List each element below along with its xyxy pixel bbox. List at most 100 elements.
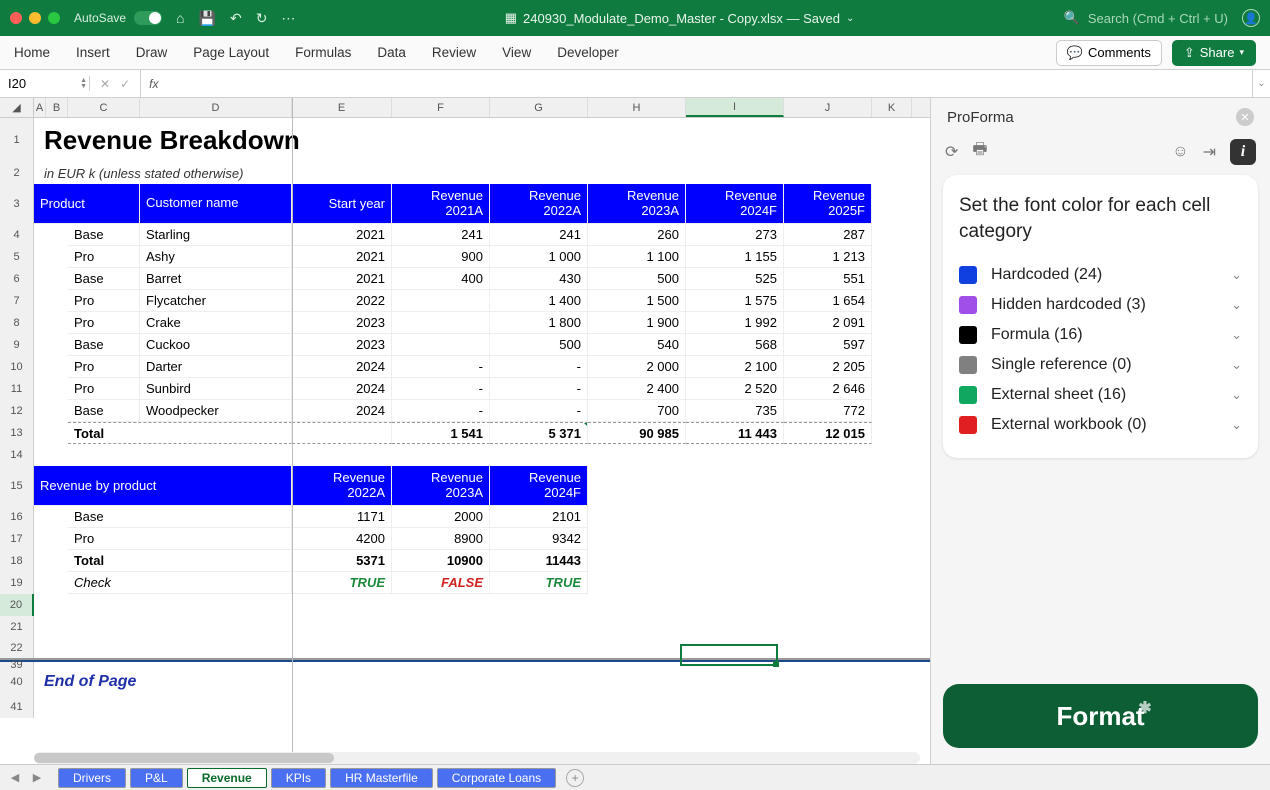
cell[interactable]: in EUR k (unless stated otherwise) bbox=[34, 162, 886, 184]
cell[interactable] bbox=[34, 334, 68, 356]
column-header-I[interactable]: I bbox=[686, 98, 784, 117]
cell[interactable]: 1 155 bbox=[686, 246, 784, 268]
chevron-down-icon[interactable]: ⌄ bbox=[1231, 417, 1242, 433]
minimize-window-icon[interactable] bbox=[29, 12, 41, 24]
cell[interactable] bbox=[686, 572, 784, 594]
cell[interactable]: 772 bbox=[784, 400, 872, 422]
redo-icon[interactable]: ↻ bbox=[256, 10, 268, 27]
column-header-J[interactable]: J bbox=[784, 98, 872, 117]
cell[interactable]: 1 992 bbox=[686, 312, 784, 334]
toggle-icon[interactable] bbox=[134, 11, 162, 25]
cell[interactable] bbox=[784, 528, 872, 550]
cell[interactable] bbox=[292, 422, 392, 444]
row-header[interactable]: 21 bbox=[0, 616, 34, 638]
account-icon[interactable]: 👤 bbox=[1242, 9, 1260, 27]
cell[interactable]: 1171 bbox=[292, 506, 392, 528]
cell[interactable]: 9342 bbox=[490, 528, 588, 550]
cell[interactable]: - bbox=[392, 400, 490, 422]
cell[interactable]: Revenue 2021A bbox=[392, 184, 490, 224]
ribbon-tab-data[interactable]: Data bbox=[377, 37, 406, 68]
cell[interactable]: 4200 bbox=[292, 528, 392, 550]
cell[interactable] bbox=[34, 268, 68, 290]
cell[interactable]: Revenue 2022A bbox=[490, 184, 588, 224]
horizontal-scrollbar[interactable] bbox=[34, 752, 920, 764]
cell[interactable] bbox=[34, 246, 68, 268]
home-icon[interactable]: ⌂ bbox=[176, 10, 184, 27]
cell[interactable] bbox=[588, 572, 686, 594]
column-header-B[interactable]: B bbox=[46, 98, 68, 117]
cell[interactable]: 241 bbox=[490, 224, 588, 246]
fx-label[interactable]: fx bbox=[141, 77, 166, 91]
row-header[interactable]: 5 bbox=[0, 246, 34, 268]
column-header-G[interactable]: G bbox=[490, 98, 588, 117]
cell[interactable]: Check bbox=[68, 572, 292, 594]
cell[interactable]: 2021 bbox=[292, 246, 392, 268]
comments-button[interactable]: 💬 Comments bbox=[1056, 40, 1162, 66]
category-row[interactable]: External sheet (16)⌄ bbox=[959, 380, 1242, 410]
add-sheet-button[interactable]: + bbox=[566, 769, 584, 787]
cell[interactable]: Base bbox=[68, 506, 292, 528]
cell[interactable]: 1 100 bbox=[588, 246, 686, 268]
row-header[interactable]: 8 bbox=[0, 312, 34, 334]
cell[interactable] bbox=[872, 268, 912, 290]
cell[interactable]: 11 443 bbox=[686, 422, 784, 444]
cell[interactable] bbox=[872, 572, 912, 594]
cell[interactable]: 1 575 bbox=[686, 290, 784, 312]
cell[interactable]: 90 985 bbox=[588, 422, 686, 444]
cell[interactable]: Starling bbox=[140, 224, 292, 246]
cancel-icon[interactable]: ✕ bbox=[100, 77, 110, 91]
row-header[interactable]: 12 bbox=[0, 400, 34, 422]
row-header[interactable]: 4 bbox=[0, 224, 34, 246]
cell[interactable]: Revenue 2025F bbox=[784, 184, 872, 224]
color-swatch[interactable] bbox=[959, 356, 977, 374]
cell[interactable]: 540 bbox=[588, 334, 686, 356]
cell[interactable]: 700 bbox=[588, 400, 686, 422]
row-header[interactable]: 20 bbox=[0, 594, 34, 616]
cell[interactable] bbox=[588, 550, 686, 572]
cell[interactable] bbox=[686, 466, 784, 506]
cell[interactable]: Revenue 2024F bbox=[490, 466, 588, 506]
cell[interactable]: 735 bbox=[686, 400, 784, 422]
cell[interactable]: 430 bbox=[490, 268, 588, 290]
cell[interactable]: Base bbox=[68, 334, 140, 356]
cell[interactable] bbox=[34, 528, 68, 550]
cell[interactable] bbox=[34, 422, 68, 444]
row-header[interactable]: 6 bbox=[0, 268, 34, 290]
chevron-down-icon[interactable]: ⌄ bbox=[1231, 297, 1242, 313]
row-header[interactable]: 7 bbox=[0, 290, 34, 312]
cell[interactable]: 2101 bbox=[490, 506, 588, 528]
cell[interactable] bbox=[34, 506, 68, 528]
cell[interactable]: - bbox=[392, 378, 490, 400]
cell[interactable]: 1 000 bbox=[490, 246, 588, 268]
cell[interactable] bbox=[34, 290, 68, 312]
cell[interactable] bbox=[784, 572, 872, 594]
cell[interactable] bbox=[34, 616, 896, 638]
cell[interactable]: 568 bbox=[686, 334, 784, 356]
row-header[interactable]: 2 bbox=[0, 162, 34, 184]
cell[interactable] bbox=[872, 224, 912, 246]
cell[interactable]: 2022 bbox=[292, 290, 392, 312]
refresh-icon[interactable]: ⟳ bbox=[945, 142, 958, 162]
format-button[interactable]: Format ✱ bbox=[943, 684, 1258, 748]
cell[interactable]: Ashy bbox=[140, 246, 292, 268]
chevron-down-icon[interactable]: ⌄ bbox=[846, 13, 854, 24]
chevron-down-icon[interactable]: ⌄ bbox=[1231, 327, 1242, 343]
cell[interactable]: 5 371 bbox=[490, 422, 588, 444]
cell[interactable]: Cuckoo bbox=[140, 334, 292, 356]
info-button[interactable]: i bbox=[1230, 139, 1256, 165]
cell[interactable]: 1 541 bbox=[392, 422, 490, 444]
cell[interactable]: Pro bbox=[68, 528, 292, 550]
column-header-D[interactable]: D bbox=[140, 98, 292, 117]
row-header[interactable]: 3 bbox=[0, 184, 34, 224]
name-box[interactable]: I20 ▲▼ bbox=[0, 76, 90, 91]
cell[interactable]: 11443 bbox=[490, 550, 588, 572]
face-icon[interactable]: ☺ bbox=[1172, 143, 1188, 161]
cell[interactable]: 1 400 bbox=[490, 290, 588, 312]
cell[interactable]: 2023 bbox=[292, 334, 392, 356]
cell[interactable]: 525 bbox=[686, 268, 784, 290]
cell[interactable]: 5371 bbox=[292, 550, 392, 572]
maximize-window-icon[interactable] bbox=[48, 12, 60, 24]
cell[interactable] bbox=[34, 400, 68, 422]
cell[interactable]: Total bbox=[68, 550, 292, 572]
cell[interactable]: 2024 bbox=[292, 400, 392, 422]
